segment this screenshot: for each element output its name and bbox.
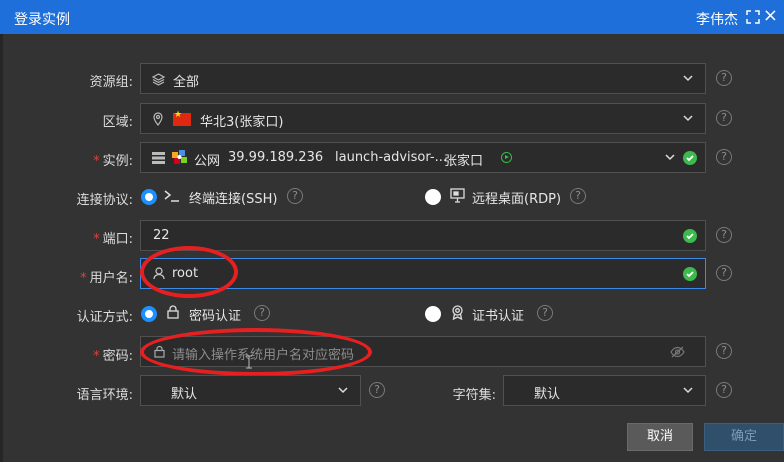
region-select[interactable]: 华北3(张家口)	[140, 103, 706, 134]
running-status-icon	[501, 152, 512, 163]
ssh-option-label: 终端连接(SSH)	[189, 192, 278, 207]
certificate-auth-radio[interactable]	[425, 306, 441, 322]
username-label: * 用户名:	[0, 267, 133, 286]
resource-group-value: 全部	[173, 75, 200, 90]
chevron-down-icon	[683, 387, 693, 394]
help-icon[interactable]: ?	[716, 149, 732, 165]
certificate-icon	[452, 305, 463, 320]
close-icon[interactable]: ×	[763, 6, 778, 26]
valid-check-icon	[683, 151, 697, 165]
cancel-button[interactable]: 取消	[627, 423, 693, 451]
help-icon[interactable]: ?	[287, 188, 303, 204]
certificate-auth-label: 证书认证	[472, 309, 525, 324]
current-user: 李伟杰	[696, 12, 738, 28]
help-icon[interactable]: ?	[716, 265, 732, 281]
help-icon[interactable]: ?	[254, 305, 270, 321]
region-label: 区域:	[102, 115, 133, 130]
region-value: 华北3(张家口)	[200, 115, 284, 130]
username-input[interactable]: root	[140, 258, 706, 289]
valid-check-icon	[683, 229, 697, 243]
port-input[interactable]: 22	[140, 220, 706, 251]
required-mark: *	[93, 154, 100, 169]
charset-select[interactable]: 默认	[503, 375, 706, 406]
port-label-text: 端口:	[102, 232, 133, 247]
resource-group-select[interactable]: 全部	[140, 63, 706, 94]
help-icon[interactable]: ?	[716, 70, 732, 86]
password-auth-label: 密码认证	[189, 309, 242, 324]
chevron-down-icon	[683, 75, 693, 82]
help-icon[interactable]: ?	[369, 382, 385, 398]
instance-zone: 张家口	[444, 154, 484, 169]
rdp-option-label: 远程桌面(RDP)	[472, 192, 562, 207]
password-placeholder: 请输入操作系统用户名对应密码	[172, 348, 355, 363]
location-pin-icon	[153, 112, 163, 126]
lock-icon	[154, 345, 165, 358]
password-label: * 密码:	[0, 345, 133, 364]
lock-icon	[167, 305, 179, 319]
auth-label: 认证方式:	[76, 310, 133, 325]
password-input[interactable]: 请输入操作系统用户名对应密码	[140, 336, 706, 367]
instance-ip: 39.99.189.236	[228, 150, 324, 165]
required-mark: *	[80, 271, 87, 286]
layers-icon	[152, 73, 165, 86]
china-flag-icon	[173, 110, 191, 126]
dialog-title: 登录实例	[14, 12, 70, 28]
charset-value: 默认	[534, 387, 561, 402]
help-icon[interactable]: ?	[716, 343, 732, 359]
terminal-icon	[164, 190, 179, 202]
password-label-text: 密码:	[102, 349, 133, 364]
required-mark: *	[93, 232, 100, 247]
username-label-text: 用户名:	[89, 271, 133, 286]
locale-label: 语言环境:	[76, 388, 133, 403]
instance-label-text: 实例:	[102, 154, 133, 169]
chevron-down-icon	[683, 115, 693, 122]
chevron-down-icon	[665, 154, 675, 161]
confirm-button[interactable]: 确定	[704, 423, 784, 451]
password-auth-radio[interactable]	[141, 306, 157, 322]
resource-group-label: 资源组:	[89, 75, 133, 90]
ssh-radio[interactable]	[141, 189, 157, 205]
protocol-label: 连接协议:	[76, 193, 133, 208]
port-label: * 端口:	[0, 228, 133, 247]
help-icon[interactable]: ?	[537, 305, 553, 321]
help-icon[interactable]: ?	[716, 227, 732, 243]
charset-label: 字符集:	[452, 388, 496, 403]
text-cursor-icon	[246, 355, 252, 369]
help-icon[interactable]: ?	[716, 110, 732, 126]
help-icon[interactable]: ?	[570, 188, 586, 204]
dialog-titlebar: 登录实例 李伟杰 ×	[0, 0, 784, 34]
locale-value: 默认	[171, 387, 198, 402]
os-logo-icon	[172, 150, 187, 164]
instance-label: * 实例:	[0, 150, 133, 169]
port-value: 22	[153, 228, 170, 243]
required-mark: *	[93, 349, 100, 364]
locale-select[interactable]: 默认	[140, 375, 361, 406]
help-icon[interactable]: ?	[716, 382, 732, 398]
eye-off-icon[interactable]	[670, 346, 685, 358]
instance-name: launch-advisor-...	[335, 150, 447, 165]
username-value: root	[172, 266, 199, 281]
valid-check-icon	[683, 267, 697, 281]
user-icon	[153, 267, 165, 280]
instance-network: 公网	[194, 154, 221, 169]
instance-select[interactable]: 公网 39.99.189.236 launch-advisor-... 张家口	[140, 142, 706, 173]
remote-desktop-icon	[450, 188, 465, 203]
maximize-icon[interactable]	[746, 10, 760, 24]
rdp-radio[interactable]	[425, 189, 441, 205]
server-icon	[152, 152, 165, 164]
chevron-down-icon	[338, 387, 348, 394]
